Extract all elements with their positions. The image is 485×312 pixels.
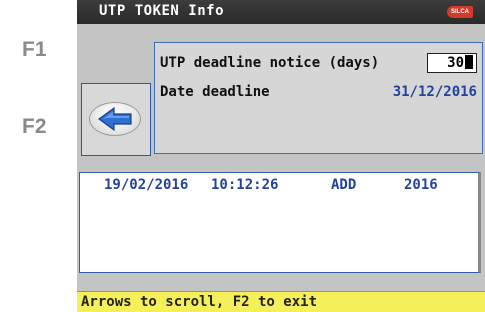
deadline-notice-value: 30 [447, 55, 464, 71]
back-button[interactable] [81, 83, 151, 156]
f1-key-label: F1 [22, 38, 47, 61]
window-title: UTP TOKEN Info [99, 3, 225, 19]
log-action: ADD [331, 177, 357, 193]
info-panel: UTP deadline notice (days) 30 Date deadl… [154, 42, 483, 154]
log-year: 2016 [404, 177, 438, 193]
log-date: 19/02/2016 [104, 177, 189, 193]
deadline-notice-label: UTP deadline notice (days) [160, 55, 380, 71]
silca-logo-icon: SILCA [447, 6, 473, 18]
status-bar: Arrows to scroll, F2 to exit [77, 291, 485, 312]
deadline-notice-input[interactable]: 30 [427, 53, 477, 73]
log-list[interactable]: 19/02/2016 10:12:26 ADD 2016 [79, 172, 481, 273]
device-screen: UTP TOKEN Info SILCA UTP deadline notice… [77, 0, 485, 312]
left-arrow-icon [97, 106, 132, 132]
date-deadline-value: 31/12/2016 [392, 84, 477, 100]
log-time: 10:12:26 [211, 177, 279, 193]
date-deadline-label: Date deadline [160, 84, 270, 100]
list-item[interactable]: 19/02/2016 10:12:26 ADD 2016 [80, 177, 478, 195]
title-bar: UTP TOKEN Info SILCA [77, 0, 485, 24]
f2-key-label: F2 [22, 115, 47, 138]
text-cursor [465, 55, 473, 69]
